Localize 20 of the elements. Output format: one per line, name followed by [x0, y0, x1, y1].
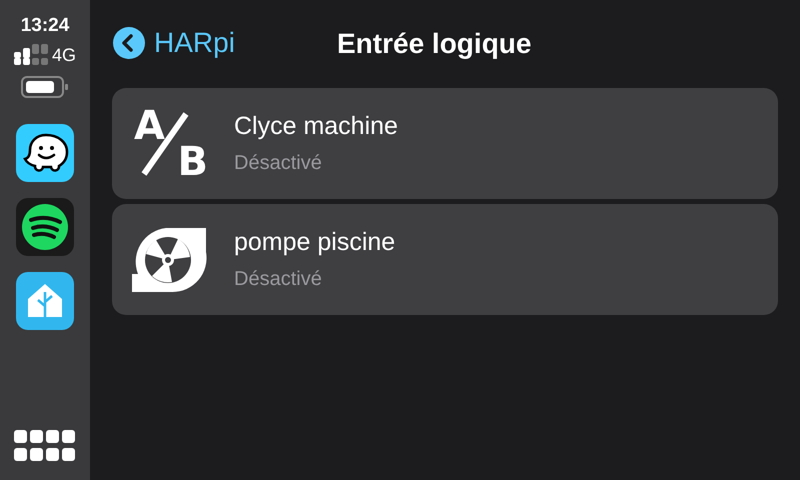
back-button[interactable]: HARpi: [112, 22, 235, 64]
icon-letter: B: [178, 142, 208, 182]
item-state: Désactivé: [234, 150, 323, 176]
item-name: pompe piscine: [234, 227, 396, 258]
clock: 13:24: [20, 14, 70, 38]
network-label: 4G: [52, 46, 76, 64]
icon-letter: A: [134, 106, 165, 146]
page-title: Entrée logique: [337, 27, 532, 61]
pump-icon: [132, 226, 208, 294]
smiley-bubble-icon[interactable]: [16, 124, 74, 182]
signal-icon: [14, 44, 48, 66]
item-state: Désactivé: [234, 266, 323, 292]
item-name: Clyce machine: [234, 111, 398, 142]
house-icon[interactable]: [16, 272, 74, 330]
battery-icon: [21, 76, 69, 98]
app-grid-icon[interactable]: [14, 430, 76, 462]
list-item[interactable]: pompe piscine Désactivé: [112, 204, 778, 315]
back-icon: [112, 26, 146, 60]
sound-waves-icon[interactable]: [16, 198, 74, 256]
list-item[interactable]: A B Clyce machine Désactivé: [112, 88, 778, 199]
